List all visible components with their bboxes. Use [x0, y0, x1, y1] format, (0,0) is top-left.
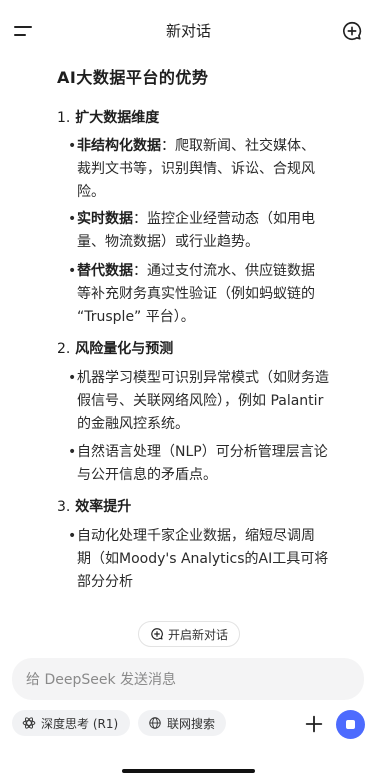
page-title: 新对话 — [165, 22, 211, 40]
section-title: 2. 风险量化与预测 — [57, 341, 174, 357]
list-item: • 自然语言处理（NLP）可分析管理层言论 与公开信息的矛盾点。 — [68, 444, 328, 483]
new-chat-plus-icon[interactable] — [341, 20, 363, 42]
list-item: • 机器学习模型可识别异常模式（如财务造 假信号、关联网络风险），例如 Pala… — [68, 370, 329, 432]
list-item: • 替代数据：通过支付流水、供应链数据 等补充财务真实性验证（例如蚂蚁链的 “T… — [68, 263, 315, 325]
web-search-toggle[interactable]: 联网搜索 — [138, 710, 226, 736]
answer-heading: AI大数据平台的优势 — [57, 68, 209, 87]
top-bar: 新对话 — [0, 0, 377, 62]
section-title: 3. 效率提升 — [57, 499, 132, 515]
list-item: • 自动化处理千家企业数据，缩短尽调周 期（如Moody's Analytics… — [68, 528, 329, 590]
home-indicator — [122, 769, 255, 773]
chat-screen: 新对话 AI大数据平台的优势 1. 扩大数据维度 • 非结构化数据：爬取新闻、社… — [0, 0, 377, 782]
stop-send-icon — [346, 720, 355, 729]
list-item: • 实时数据：监控企业经营动态（如用电 量、物流数据）或行业趋势。 — [68, 211, 315, 250]
plus-icon[interactable] — [303, 713, 325, 735]
web-search-label: 联网搜索 — [167, 716, 216, 731]
deep-think-toggle[interactable]: 深度思考 (R1) — [12, 710, 130, 736]
section-title: 1. 扩大数据维度 — [57, 110, 160, 126]
stop-send-button[interactable] — [336, 710, 365, 739]
list-item: • 非结构化数据：爬取新闻、社交媒体、 裁判文书等，识别舆情、诉讼、合规风 险。 — [68, 138, 315, 200]
start-new-chat-label: 开启新对话 — [167, 627, 228, 642]
atom-icon — [22, 717, 36, 729]
message-input[interactable]: 给 DeepSeek 发送消息 — [12, 658, 364, 700]
deep-think-label: 深度思考 (R1) — [41, 716, 119, 731]
start-new-chat-button[interactable]: 开启新对话 — [138, 621, 240, 647]
new-chat-icon — [151, 628, 163, 640]
globe-icon — [149, 717, 161, 729]
message-input-placeholder: 给 DeepSeek 发送消息 — [26, 672, 177, 688]
